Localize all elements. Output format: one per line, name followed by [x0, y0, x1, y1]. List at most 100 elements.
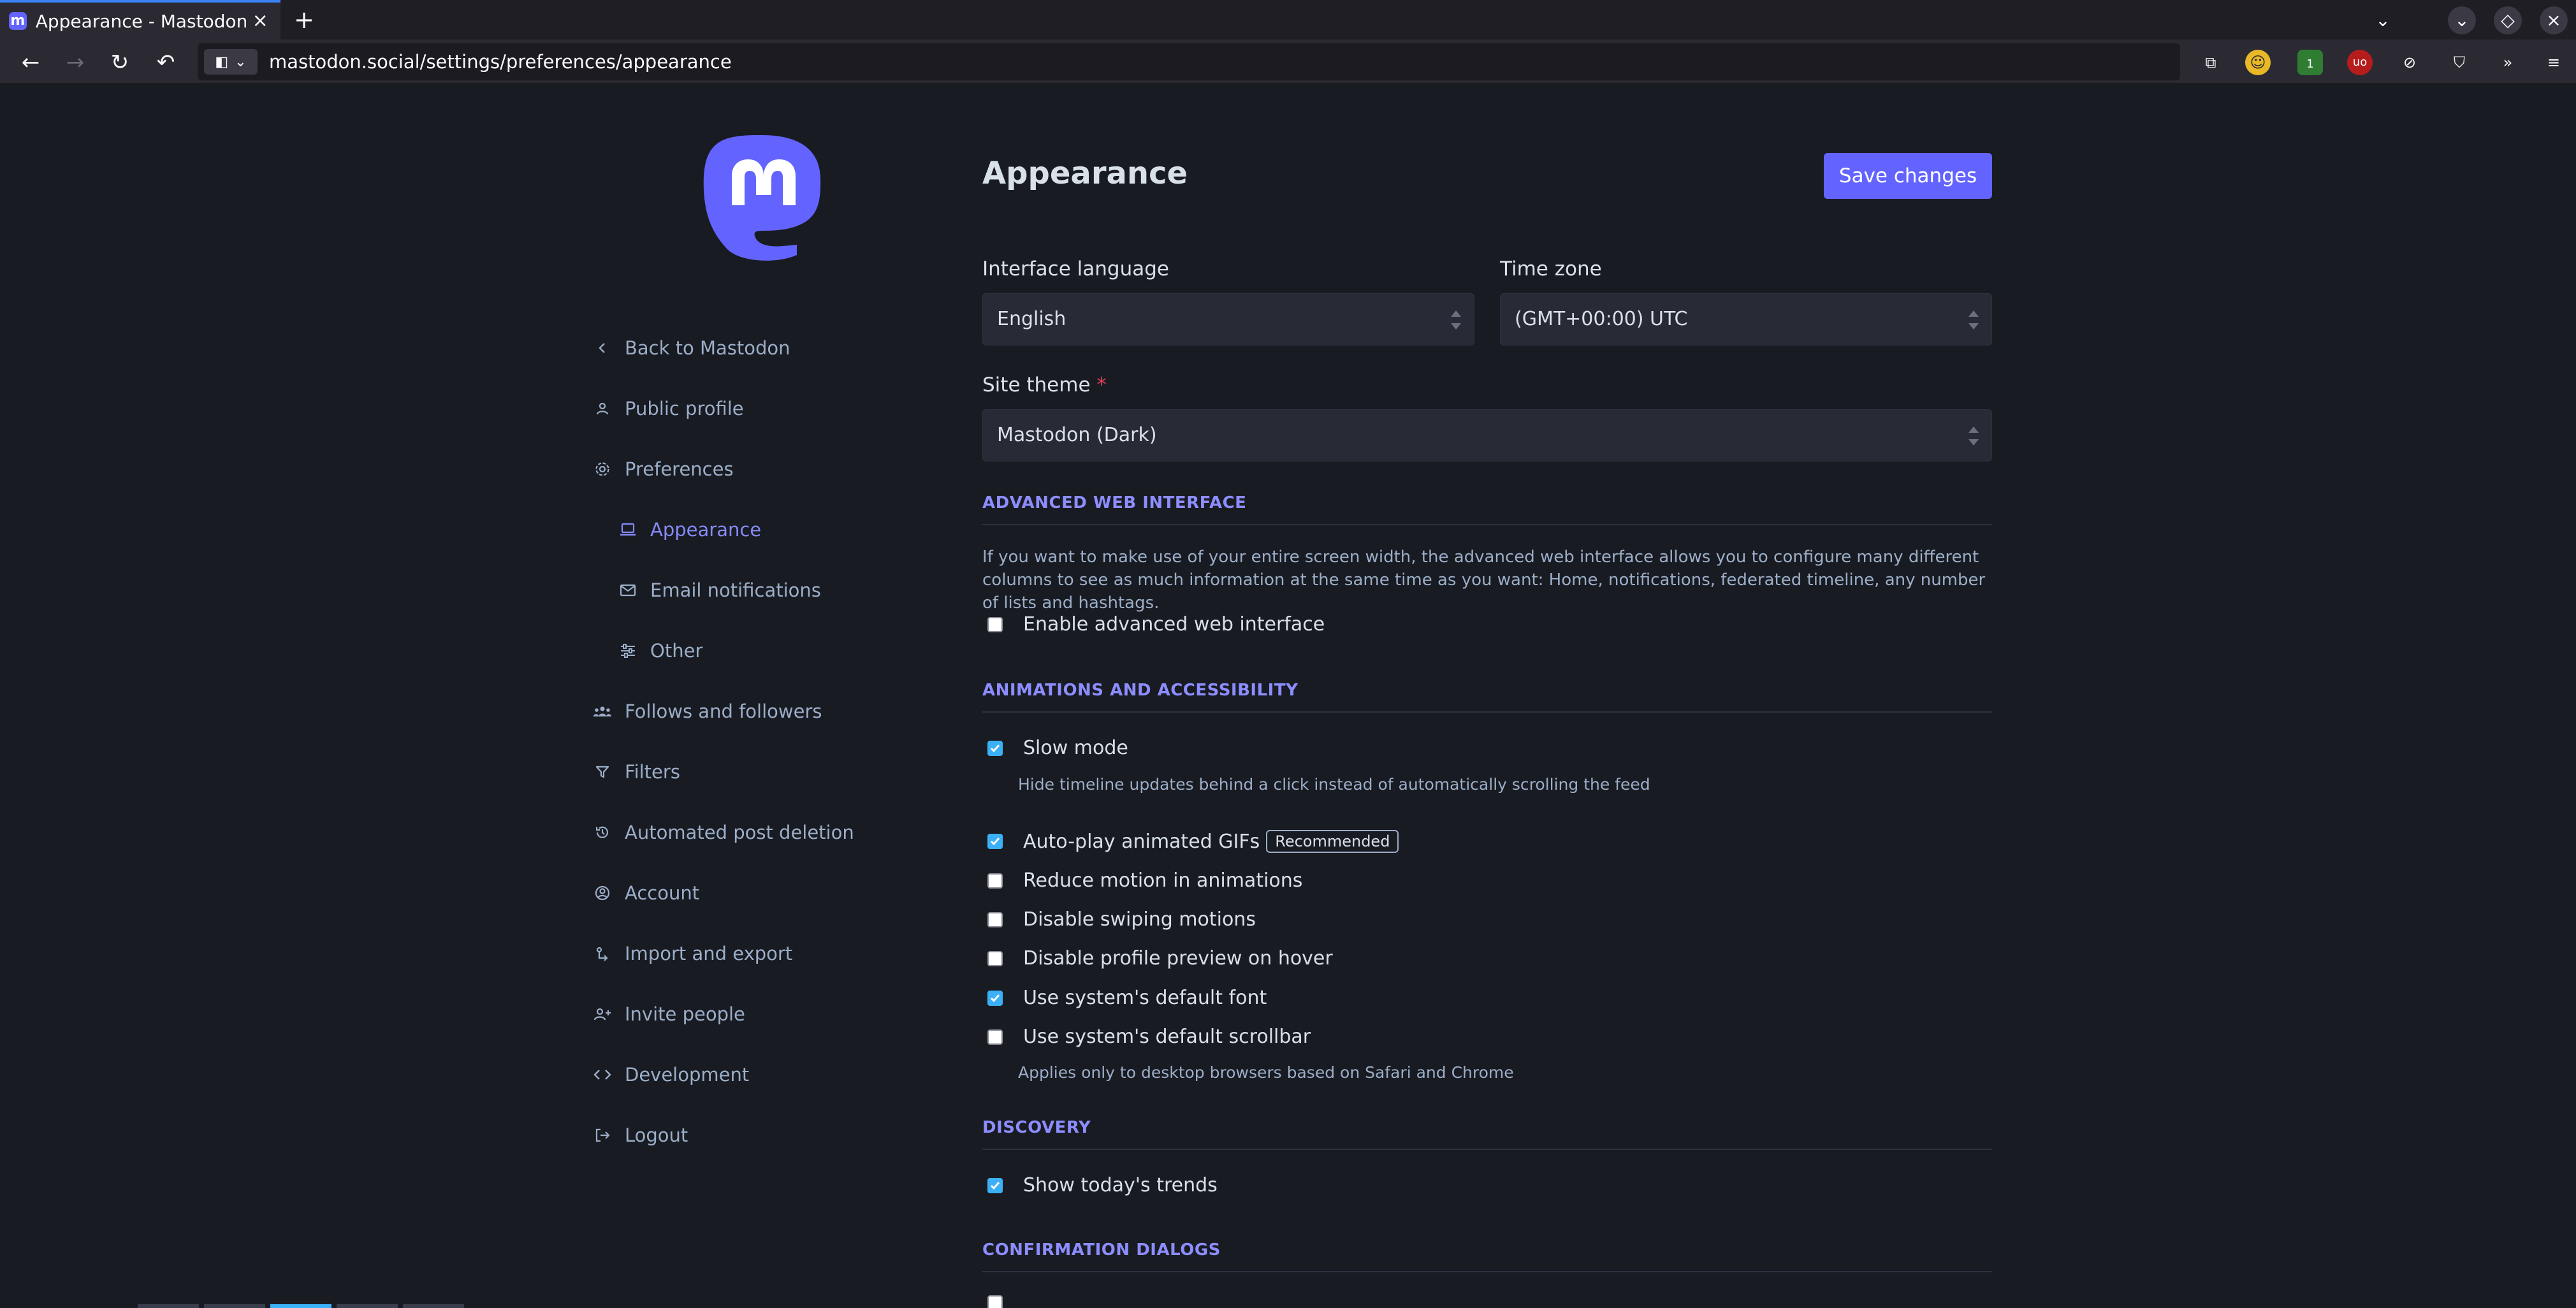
back-arrow-icon[interactable]: ← — [17, 48, 45, 76]
discovery-heading: DISCOVERY — [982, 1118, 1992, 1150]
checkbox-checked[interactable] — [987, 1177, 1003, 1193]
sidebar-item-import-and-export[interactable]: Import and export — [593, 934, 792, 973]
time-zone-select[interactable]: (GMT+00:00) UTC — [1500, 293, 1992, 345]
sidebar-item-follows-and-followers[interactable]: Follows and followers — [593, 692, 822, 730]
reduce-motion-checkbox[interactable]: Reduce motion in animations — [987, 869, 1302, 892]
ublock-shield-icon[interactable]: uo — [2347, 50, 2373, 75]
slow-mode-hint: Hide timeline updates behind a click ins… — [1018, 775, 1650, 794]
system-scrollbar-hint: Applies only to desktop browsers based o… — [1018, 1063, 1514, 1082]
person-add-icon — [593, 1005, 612, 1024]
sidebar-item-invite-people[interactable]: Invite people — [593, 995, 745, 1033]
group-icon — [593, 702, 612, 721]
filter-icon — [593, 762, 612, 781]
sidebar-item-other[interactable]: Other — [618, 632, 702, 670]
bitwarden-shield-icon[interactable]: ⛉ — [2447, 50, 2472, 75]
mastodon-logo[interactable] — [701, 134, 822, 261]
sidebar-item-public-profile[interactable]: Public profile — [593, 389, 744, 428]
checkbox-unchecked[interactable] — [987, 950, 1003, 966]
checkbox-label: Show today's trends — [1023, 1174, 1218, 1196]
animations-accessibility-heading: ANIMATIONS AND ACCESSIBILITY — [982, 681, 1992, 713]
checkbox-unchecked[interactable] — [987, 1029, 1003, 1045]
settings-page: Back to Mastodon Public profile Preferen… — [0, 84, 2576, 1308]
slow-mode-checkbox[interactable]: Slow mode — [987, 737, 1128, 759]
sidebar-item-email-notifications[interactable]: Email notifications — [618, 571, 821, 609]
bottom-strip-segment — [138, 1304, 199, 1308]
system-scrollbar-checkbox[interactable]: Use system's default scrollbar — [987, 1026, 1311, 1048]
sidebar-item-back-to-mastodon[interactable]: Back to Mastodon — [593, 329, 790, 367]
gear-icon — [593, 460, 612, 479]
autoplay-gifs-checkbox[interactable]: Auto-play animated GIFs Recommended — [987, 830, 1399, 853]
page-title: Appearance — [982, 156, 1188, 191]
green-extension-icon[interactable]: 1 — [2297, 50, 2323, 75]
bottom-strip-segment — [337, 1304, 398, 1308]
site-theme-label-text: Site theme — [982, 374, 1091, 396]
url-bar[interactable]: ◧ ⌄ mastodon.social/settings/preferences/… — [198, 43, 2180, 80]
site-identity-icon[interactable]: ◧ ⌄ — [204, 49, 258, 75]
sidebar-item-appearance[interactable]: Appearance — [618, 511, 761, 549]
forward-arrow-icon[interactable]: → — [61, 48, 89, 76]
required-asterisk: * — [1096, 374, 1107, 396]
checkbox-checked[interactable] — [987, 834, 1003, 849]
time-zone-label: Time zone — [1500, 258, 1602, 280]
sidebar-item-automated-post-deletion[interactable]: Automated post deletion — [593, 813, 854, 852]
url-text[interactable]: mastodon.social/settings/preferences/app… — [269, 51, 732, 73]
checkbox-label: Disable swiping motions — [1023, 908, 1256, 931]
site-theme-value: Mastodon (Dark) — [997, 424, 1157, 446]
sidebar-item-label: Back to Mastodon — [625, 337, 790, 359]
sidebar-item-label: Email notifications — [650, 579, 821, 601]
bottom-strip-segment — [403, 1304, 464, 1308]
disable-profile-preview-checkbox[interactable]: Disable profile preview on hover — [987, 947, 1333, 970]
sidebar-item-label: Logout — [625, 1124, 688, 1146]
sidebar-item-account[interactable]: Account — [593, 874, 699, 912]
eye-slash-extension-icon[interactable]: ⊘ — [2397, 50, 2422, 75]
checkmark-icon — [990, 744, 1000, 752]
checkbox-unchecked[interactable] — [987, 912, 1003, 927]
sidebar-item-filters[interactable]: Filters — [593, 753, 680, 791]
enable-advanced-web-interface-checkbox[interactable]: Enable advanced web interface — [987, 613, 1325, 636]
mastodon-favicon-icon: m — [9, 12, 27, 30]
minimize-icon[interactable]: ⌄ — [2448, 6, 2476, 34]
extension-badge-count: 1 — [2306, 57, 2314, 71]
checkbox-checked[interactable] — [987, 740, 1003, 756]
show-trends-checkbox[interactable]: Show today's trends — [987, 1174, 1218, 1196]
undo-close-tab-icon[interactable]: ↶ — [152, 48, 180, 76]
checkbox-label: Enable advanced web interface — [1023, 613, 1325, 636]
interface-language-select[interactable]: English — [982, 293, 1474, 345]
close-window-icon[interactable]: × — [2540, 6, 2568, 34]
advanced-web-interface-description: If you want to make use of your entire s… — [982, 548, 1986, 613]
emoji-extension-icon[interactable]: ☺ — [2245, 50, 2271, 75]
interface-language-label: Interface language — [982, 258, 1169, 280]
bottom-strip-segment — [204, 1304, 265, 1308]
browser-tab-bar: m Appearance - Mastodon × + ⌄ ⌄ ◇ × — [0, 0, 2576, 40]
checkbox-unchecked[interactable] — [987, 1295, 1003, 1308]
partial-checkbox-row[interactable] — [987, 1295, 1023, 1308]
maximize-icon[interactable]: ◇ — [2494, 6, 2522, 34]
sidebar-item-label: Preferences — [625, 458, 734, 480]
checkbox-unchecked[interactable] — [987, 616, 1003, 632]
sidebar-item-logout[interactable]: Logout — [593, 1116, 688, 1154]
browser-tab-active[interactable]: m Appearance - Mastodon × — [0, 0, 280, 40]
select-arrows-icon — [1967, 310, 1980, 330]
system-font-checkbox[interactable]: Use system's default font — [987, 987, 1267, 1009]
chevron-left-icon — [593, 338, 612, 358]
tab-close-icon[interactable]: × — [247, 8, 273, 34]
checkbox-label: Disable profile preview on hover — [1023, 947, 1333, 970]
hamburger-menu-icon[interactable]: ≡ — [2541, 50, 2566, 75]
site-theme-select[interactable]: Mastodon (Dark) — [982, 409, 1992, 461]
sidebar-item-development[interactable]: Development — [593, 1056, 749, 1094]
list-all-tabs-icon[interactable]: ⌄ — [2369, 6, 2397, 34]
code-icon — [593, 1065, 612, 1084]
sidebar-item-label: Automated post deletion — [625, 822, 854, 843]
sidebar-item-label: Appearance — [650, 519, 762, 541]
disable-swiping-checkbox[interactable]: Disable swiping motions — [987, 908, 1256, 931]
reload-icon[interactable]: ↻ — [106, 48, 134, 76]
mail-icon — [618, 581, 637, 600]
new-tab-button[interactable]: + — [291, 6, 317, 33]
laptop-icon — [618, 520, 637, 539]
checkbox-checked[interactable] — [987, 990, 1003, 1006]
more-tools-chevrons-icon[interactable]: » — [2495, 50, 2521, 75]
sidebar-item-preferences[interactable]: Preferences — [593, 450, 734, 488]
extensions-puzzle-icon[interactable]: ⧉ — [2198, 50, 2223, 75]
save-changes-button[interactable]: Save changes — [1824, 153, 1992, 199]
checkbox-unchecked[interactable] — [987, 873, 1003, 889]
